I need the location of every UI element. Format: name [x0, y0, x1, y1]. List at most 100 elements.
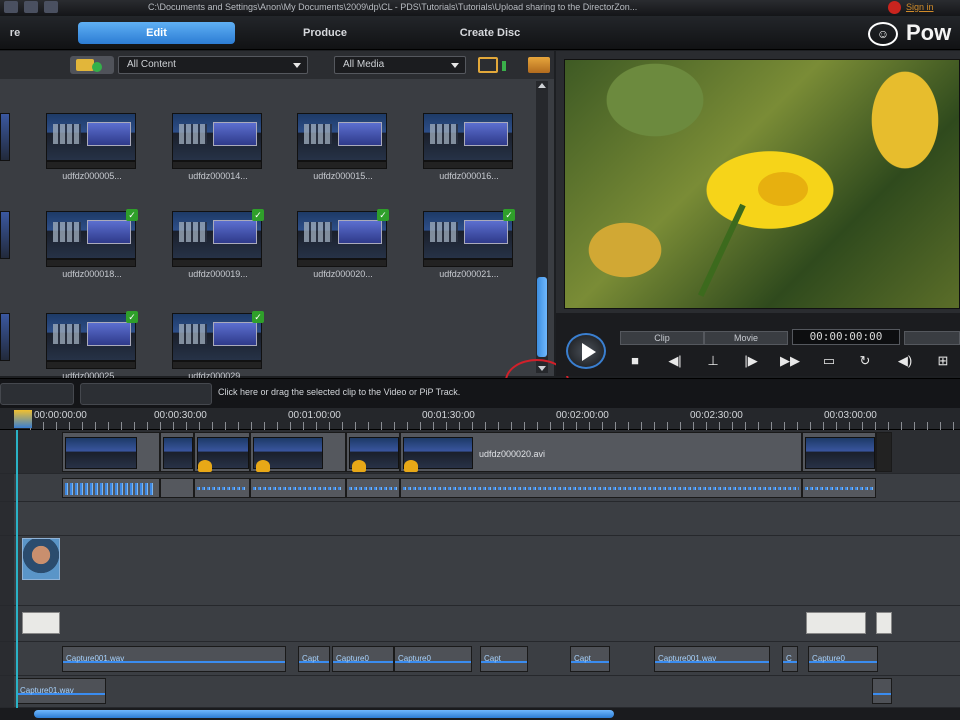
title-clip[interactable] [876, 612, 892, 634]
view-size-icon[interactable] [502, 61, 506, 71]
overwrite-clip-button[interactable] [80, 383, 212, 405]
quality-button[interactable] [904, 331, 960, 345]
timeline-clip[interactable]: udfdz000020.avi [400, 432, 802, 472]
clip-thumbnail [297, 113, 387, 161]
clip-thumbnail [423, 113, 513, 161]
library-item-partial[interactable] [0, 211, 10, 259]
tab-capture[interactable]: re [0, 22, 30, 44]
transition-icon[interactable] [352, 460, 366, 472]
audio-clip[interactable] [194, 478, 250, 498]
library-item[interactable]: ✓ udfdz000029... [172, 311, 264, 381]
fast-forward-icon[interactable]: ▶▶ [780, 353, 800, 369]
voice-clip[interactable]: Capture0 [394, 646, 472, 672]
clip-name: udfdz000016... [439, 171, 499, 181]
timeline-clip[interactable] [876, 432, 892, 472]
checkmark-icon: ✓ [503, 209, 515, 221]
tab-create-disc[interactable]: Create Disc [420, 22, 560, 44]
music-track: Capture01.wav [0, 676, 960, 708]
timeline-clip[interactable] [160, 432, 194, 472]
tab-produce[interactable]: Produce [260, 22, 390, 44]
checkmark-icon: ✓ [126, 311, 138, 323]
prev-frame-icon[interactable]: ◀| [666, 353, 684, 369]
audio-clip[interactable] [250, 478, 346, 498]
import-folder-button[interactable] [70, 56, 114, 74]
pip-clip-avatar[interactable] [22, 538, 60, 580]
clip-name: udfdz000018... [62, 269, 122, 279]
next-frame-icon[interactable]: |▶ [742, 353, 760, 369]
playhead-line[interactable] [16, 430, 18, 710]
library-item[interactable]: udfdz000014... [172, 113, 264, 181]
insert-clip-button[interactable] [0, 383, 74, 405]
title-clip[interactable] [22, 612, 60, 634]
library-item[interactable]: udfdz000015... [297, 113, 389, 181]
transition-icon[interactable] [198, 460, 212, 472]
voice-clip[interactable]: C [782, 646, 798, 672]
media-filter-select[interactable]: All Media [334, 56, 466, 74]
video-audio-track [0, 474, 960, 502]
voice-clip[interactable]: Capture0 [332, 646, 394, 672]
voice-clip[interactable]: Capture0 [808, 646, 878, 672]
audio-clip[interactable] [160, 478, 194, 498]
library-item[interactable]: ✓ udfdz000018... [46, 209, 138, 279]
audio-clip[interactable] [62, 478, 160, 498]
open-folder-icon[interactable] [44, 1, 58, 13]
transition-icon[interactable] [256, 460, 270, 472]
content-filter-select[interactable]: All Content [118, 56, 308, 74]
library-item[interactable]: ✓ udfdz000020... [297, 209, 389, 279]
library-item-partial[interactable] [0, 113, 10, 161]
volume-icon[interactable]: ◀) [896, 353, 914, 369]
timeline-scrollbar[interactable] [0, 708, 960, 720]
chevron-down-icon [293, 63, 301, 68]
tab-edit[interactable]: Edit [78, 22, 235, 44]
voice-clip[interactable]: Capt [570, 646, 610, 672]
voice-clip[interactable]: Capture001.wav [654, 646, 770, 672]
ruler-label: 00:00:30:00 [154, 410, 207, 421]
stop-icon[interactable]: ■ [626, 353, 644, 369]
clip-name: udfdz000014... [188, 171, 248, 181]
audio-clip[interactable] [346, 478, 400, 498]
close-icon[interactable] [888, 1, 901, 14]
clip-thumbnail [46, 313, 136, 361]
voice-clip[interactable]: Capt [480, 646, 528, 672]
music-clip[interactable]: Capture01.wav [16, 678, 106, 704]
library-item[interactable]: ✓ udfdz000021... [423, 209, 515, 279]
thumbnail-view-icon[interactable] [478, 57, 498, 73]
audio-clip[interactable] [400, 478, 802, 498]
app-icon [4, 1, 18, 13]
loop-icon[interactable]: ↻ [856, 353, 874, 369]
scroll-up-icon[interactable] [538, 83, 546, 88]
title-clip[interactable] [806, 612, 866, 634]
import-media-icon[interactable] [528, 57, 550, 73]
music-clip[interactable] [872, 678, 892, 704]
library-item[interactable]: udfdz000016... [423, 113, 515, 181]
transition-icon[interactable] [404, 460, 418, 472]
library-item[interactable]: ✓ udfdz000019... [172, 209, 264, 279]
library-scrollbar[interactable] [536, 81, 548, 373]
scrollbar-thumb[interactable] [537, 277, 547, 357]
clip-thumbnail [172, 211, 262, 259]
timeline-tracks: udfdz000020.avi Capture001.wav Capt Capt… [0, 430, 960, 710]
timeline-ruler[interactable]: 00:00:00:00 00:00:30:00 00:01:00:00 00:0… [0, 408, 960, 430]
library-item[interactable]: udfdz000005... [46, 113, 138, 181]
audio-clip[interactable] [802, 478, 876, 498]
play-button[interactable] [566, 333, 606, 369]
checkmark-icon: ✓ [377, 209, 389, 221]
fit-icon[interactable]: ▭ [820, 353, 838, 369]
timeline-clip[interactable] [802, 432, 876, 472]
scrollbar-thumb[interactable] [34, 710, 614, 718]
fullscreen-icon[interactable]: ⊞ [934, 353, 952, 369]
ruler-label: 00:00:00:00 [34, 410, 87, 421]
library-item[interactable]: ✓ udfdz000025... [46, 311, 138, 381]
timecode-display[interactable]: 00:00:00:00 [792, 329, 900, 345]
voice-clip[interactable]: Capt [298, 646, 330, 672]
voice-clip[interactable]: Capture001.wav [62, 646, 286, 672]
sign-in-link[interactable]: Sign in [906, 2, 934, 12]
clip-mode-button[interactable]: Clip [620, 331, 704, 345]
playhead-handle[interactable] [14, 410, 32, 428]
timeline-clip[interactable] [62, 432, 160, 472]
movie-mode-button[interactable]: Movie [704, 331, 788, 345]
library-item-partial[interactable] [0, 313, 10, 361]
save-icon[interactable] [24, 1, 38, 13]
split-icon[interactable]: ⊥ [704, 353, 722, 369]
add-icon [92, 62, 102, 72]
